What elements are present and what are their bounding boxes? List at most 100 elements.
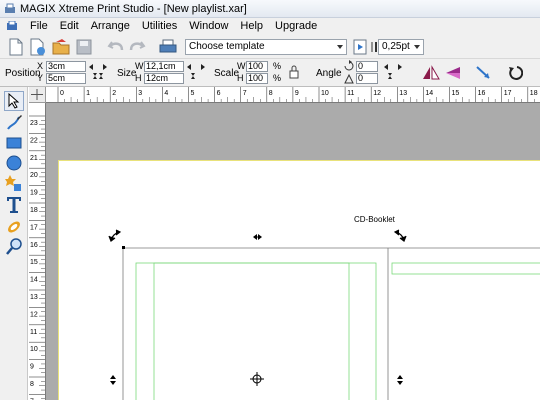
new-document-button[interactable] [6,37,26,57]
document-canvas[interactable]: CD-Booklet [46,103,540,400]
position-x-label: X [37,61,44,71]
rotate-handle-top-right [393,229,407,242]
menu-utilities[interactable]: Utilities [136,20,183,32]
crosshair-icon [31,89,43,100]
angle-label: Angle [316,68,342,79]
hruler-label: 4 [164,90,168,97]
skew-input[interactable]: 0 [356,73,378,84]
flip-horizontal-button[interactable] [421,63,441,83]
menu-help[interactable]: Help [234,20,269,32]
object-label: CD-Booklet [354,215,395,224]
vruler-label: 21 [30,155,38,162]
transform-arrow-icon [476,66,490,79]
vruler-label: 22 [30,137,38,144]
angle-nudge-icon[interactable] [383,63,403,81]
menu-bar: File Edit Arrange Utilities Window Help … [0,18,540,34]
scale-w-percent: % [273,61,282,71]
rectangle-tool[interactable] [4,133,24,153]
text-tool[interactable] [4,195,24,215]
hruler-label: 3 [138,90,142,97]
hruler-label: 8 [269,90,273,97]
hruler-label: 18 [530,90,538,97]
hruler-label: 10 [321,90,329,97]
size-nudge-icon[interactable] [186,63,206,81]
circle-icon [6,155,22,171]
document-menu-icon[interactable] [6,20,18,32]
menu-file[interactable]: File [24,20,54,32]
scale-w-input[interactable]: 100 [246,61,268,72]
hruler-label: 13 [399,90,407,97]
hruler-label: 2 [112,90,116,97]
skew-handle-top [253,234,262,240]
redo-button[interactable] [127,37,147,57]
scale-label: Scale [214,68,240,79]
skew-handle-left [110,375,116,385]
menu-arrange[interactable]: Arrange [85,20,136,32]
ruler-origin[interactable] [29,87,46,103]
rotate-button[interactable] [505,63,525,83]
template-combo[interactable]: Choose template [185,39,347,55]
print-button[interactable] [158,37,178,57]
vruler-label: 23 [30,120,38,127]
main-toolbar: Choose template 0,25pt [0,34,540,59]
magnifier-icon [6,238,22,255]
line-width-value: 0,25pt [382,41,410,52]
vruler-label: 15 [30,259,38,266]
rectangle-icon [6,137,22,149]
ellipse-tool[interactable] [4,153,24,173]
size-h-input[interactable]: 12cm [144,73,184,84]
rotate-arrow-icon [509,66,523,80]
position-x-input[interactable]: 3cm [46,61,86,72]
horizontal-ruler-scale: 012345678910111213141516171819 [57,87,538,102]
line-width-combo[interactable]: 0,25pt [378,39,424,55]
shapes-tool[interactable] [4,173,24,193]
zoom-tool[interactable] [4,237,24,257]
rotate-handle-top-left [108,229,122,242]
vertical-ruler[interactable]: 2322212019181716151413121110987 [29,103,46,400]
hruler-label: 5 [191,90,195,97]
open-button[interactable] [51,37,71,57]
hruler-label: 12 [373,90,381,97]
fill-icon [8,221,20,233]
info-bar: Position X Y 3cm 5cm Size W H 12,1cm 12c… [0,59,540,87]
hruler-label: 7 [243,90,247,97]
new-document-icon [9,38,23,56]
save-icon [76,39,92,55]
canvas-objects [108,229,540,400]
aspect-lock-icon[interactable] [288,65,300,79]
position-nudge-icon[interactable] [88,63,108,81]
flip-vertical-button[interactable] [443,63,463,83]
fill-tool[interactable] [4,217,24,237]
open-folder-icon [52,39,70,55]
size-h-label: H [135,73,142,83]
menu-edit[interactable]: Edit [54,20,85,32]
horizontal-ruler[interactable]: 012345678910111213141516171819 [46,87,540,103]
freehand-tool[interactable] [4,113,24,133]
vertical-ruler-scale: 2322212019181716151413121110987 [29,115,45,400]
pen-icon [7,115,22,130]
flip-vertical-icon [446,67,460,79]
scale-h-input[interactable]: 100 [246,73,268,84]
shapes-icon [5,175,21,191]
hruler-label: 15 [452,90,460,97]
text-t-icon [7,197,21,213]
size-w-input[interactable]: 12,1cm [144,61,184,72]
vruler-label: 20 [30,172,38,179]
title-bar: MAGIX Xtreme Print Studio - [New playlis… [0,0,540,18]
transform-button[interactable] [474,63,494,83]
skew-handle-right [397,375,403,385]
app-icon [5,3,15,13]
selector-tool[interactable] [4,91,24,111]
new-from-template-button[interactable] [28,37,48,57]
undo-icon [107,41,124,51]
chevron-down-icon [337,45,343,49]
vruler-label: 19 [30,190,38,197]
position-y-input[interactable]: 5cm [46,73,86,84]
save-button[interactable] [74,37,94,57]
printer-icon [159,39,177,53]
undo-button[interactable] [106,37,126,57]
menu-window[interactable]: Window [183,20,234,32]
menu-upgrade[interactable]: Upgrade [269,20,323,32]
angle-input[interactable]: 0 [356,61,378,72]
anchor-handle [122,246,125,249]
